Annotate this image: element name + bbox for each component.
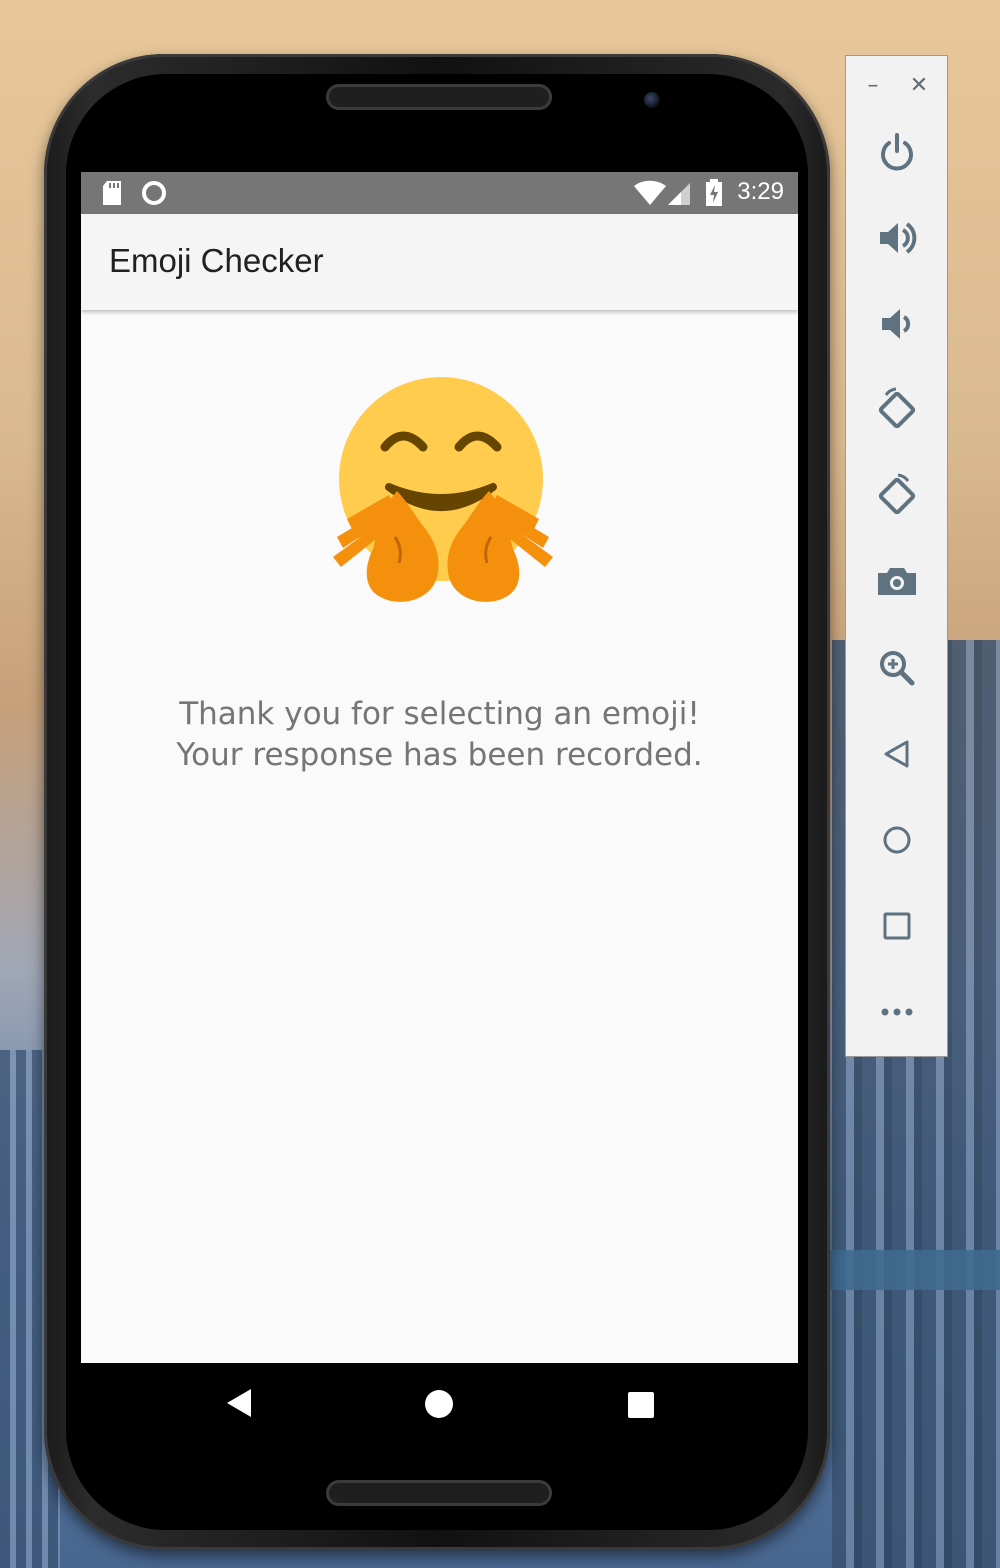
volume-up-icon[interactable] bbox=[872, 213, 922, 263]
background-bridge-deck bbox=[830, 1250, 1000, 1290]
bottom-speaker bbox=[326, 1480, 552, 1506]
navigation-bar bbox=[81, 1363, 798, 1447]
signal-icon bbox=[667, 182, 691, 210]
sync-circle-icon bbox=[141, 180, 167, 210]
more-icon[interactable] bbox=[872, 987, 922, 1037]
back-icon[interactable] bbox=[872, 729, 922, 779]
sd-card-icon bbox=[101, 180, 123, 210]
emulator-toolbar: – ✕ bbox=[845, 55, 948, 1057]
status-time: 3:29 bbox=[737, 178, 784, 205]
zoom-icon[interactable] bbox=[872, 643, 922, 693]
wifi-icon bbox=[633, 180, 667, 210]
top-speaker bbox=[326, 84, 552, 110]
recents-icon[interactable] bbox=[627, 1391, 655, 1423]
home-icon[interactable] bbox=[424, 1389, 454, 1423]
back-icon[interactable] bbox=[225, 1387, 253, 1423]
home-icon[interactable] bbox=[872, 815, 922, 865]
confirmation-message: Thank you for selecting an emoji! Your r… bbox=[81, 694, 798, 776]
close-icon[interactable]: ✕ bbox=[907, 74, 931, 98]
overview-icon[interactable] bbox=[872, 901, 922, 951]
hugging-face-emoji bbox=[323, 377, 563, 617]
power-icon[interactable] bbox=[872, 127, 922, 177]
volume-down-icon[interactable] bbox=[872, 299, 922, 349]
app-bar: Emoji Checker bbox=[81, 214, 798, 310]
front-camera bbox=[644, 92, 660, 108]
rotate-left-icon[interactable] bbox=[872, 385, 922, 435]
camera-icon[interactable] bbox=[872, 557, 922, 607]
page-title: Emoji Checker bbox=[109, 242, 324, 279]
battery-charging-icon bbox=[705, 179, 723, 211]
rotate-right-icon[interactable] bbox=[872, 471, 922, 521]
message-line-2: Your response has been recorded. bbox=[176, 737, 703, 773]
message-line-1: Thank you for selecting an emoji! bbox=[179, 696, 700, 732]
device-screen: 3:29 Emoji Checker Thank you for selecti… bbox=[81, 172, 798, 1363]
minimize-icon[interactable]: – bbox=[861, 74, 885, 98]
status-bar: 3:29 bbox=[81, 172, 798, 214]
